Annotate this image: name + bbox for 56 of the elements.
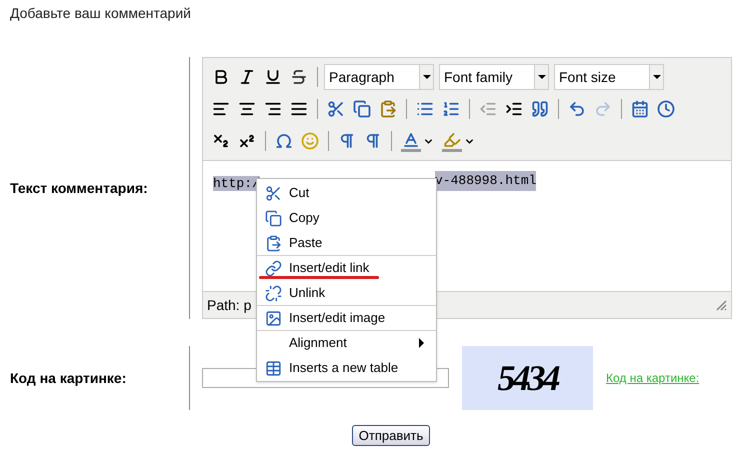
indent-icon: [505, 100, 523, 118]
caret-icon: [422, 75, 430, 79]
align-justify-icon: [290, 100, 308, 118]
menu-item[interactable]: Copy: [257, 205, 436, 230]
link-icon: [264, 260, 282, 276]
text-color-icon: [402, 130, 420, 148]
copy-icon: [264, 210, 282, 226]
resize-grip-icon: [715, 299, 727, 311]
highlighter-icon: [443, 130, 461, 148]
captcha-image: 5434: [462, 346, 593, 410]
scissors-icon: [327, 100, 345, 118]
editor-text: v-488998.html: [435, 171, 536, 190]
smiley-icon: [301, 132, 319, 150]
undo-icon: [568, 100, 586, 118]
menu-item[interactable]: Alignment: [257, 330, 436, 355]
caret-icon: [652, 75, 660, 79]
image-icon: [264, 310, 282, 326]
unlink-icon: [264, 284, 282, 302]
caret-icon: [538, 75, 546, 79]
calendar-icon: [631, 100, 649, 118]
copy-icon: [353, 100, 371, 118]
page-heading: Добавьте ваш комментарий: [10, 5, 191, 21]
align-right-icon: [264, 100, 282, 118]
align-left-icon: [212, 100, 230, 118]
align-center-icon: [238, 100, 256, 118]
numbered-list-icon: [442, 100, 460, 118]
outdent-icon: [479, 100, 497, 118]
clock-icon: [657, 100, 675, 118]
subscript-icon: [212, 132, 230, 150]
path-text: Path: p: [207, 296, 252, 315]
toolbar-dropdown[interactable]: Paragraph: [324, 64, 434, 90]
menu-item[interactable]: Inserts a new table: [257, 355, 436, 380]
quote-icon: [531, 100, 549, 118]
scissors-icon: [264, 184, 282, 202]
italic-icon: [238, 68, 256, 86]
bullet-list-icon: [416, 100, 434, 118]
field-label: Текст комментария:: [10, 178, 148, 198]
toolbar-dropdown[interactable]: Font family: [439, 64, 549, 90]
paste-icon: [264, 234, 282, 252]
submenu-arrow-icon: [419, 338, 424, 348]
menu-item[interactable]: Paste: [257, 230, 436, 255]
submit-button[interactable]: Отправить: [352, 425, 430, 446]
table-icon: [264, 360, 282, 376]
paste-icon: [379, 100, 397, 118]
toolbar-dropdown[interactable]: Font size: [554, 64, 664, 90]
omega-icon: [275, 132, 293, 150]
menu-item[interactable]: Unlink: [257, 280, 436, 305]
pilcrow-icon: [338, 132, 356, 150]
superscript-icon: [238, 132, 256, 150]
menu-item[interactable]: Insert/edit image: [257, 305, 436, 330]
menu-item[interactable]: Cut: [257, 180, 436, 205]
redo-icon: [594, 100, 612, 118]
underline-icon: [264, 68, 282, 86]
pilcrow-icon: [364, 132, 382, 150]
strikethrough-icon: [290, 68, 308, 86]
field-label: Код на картинке:: [10, 368, 126, 388]
